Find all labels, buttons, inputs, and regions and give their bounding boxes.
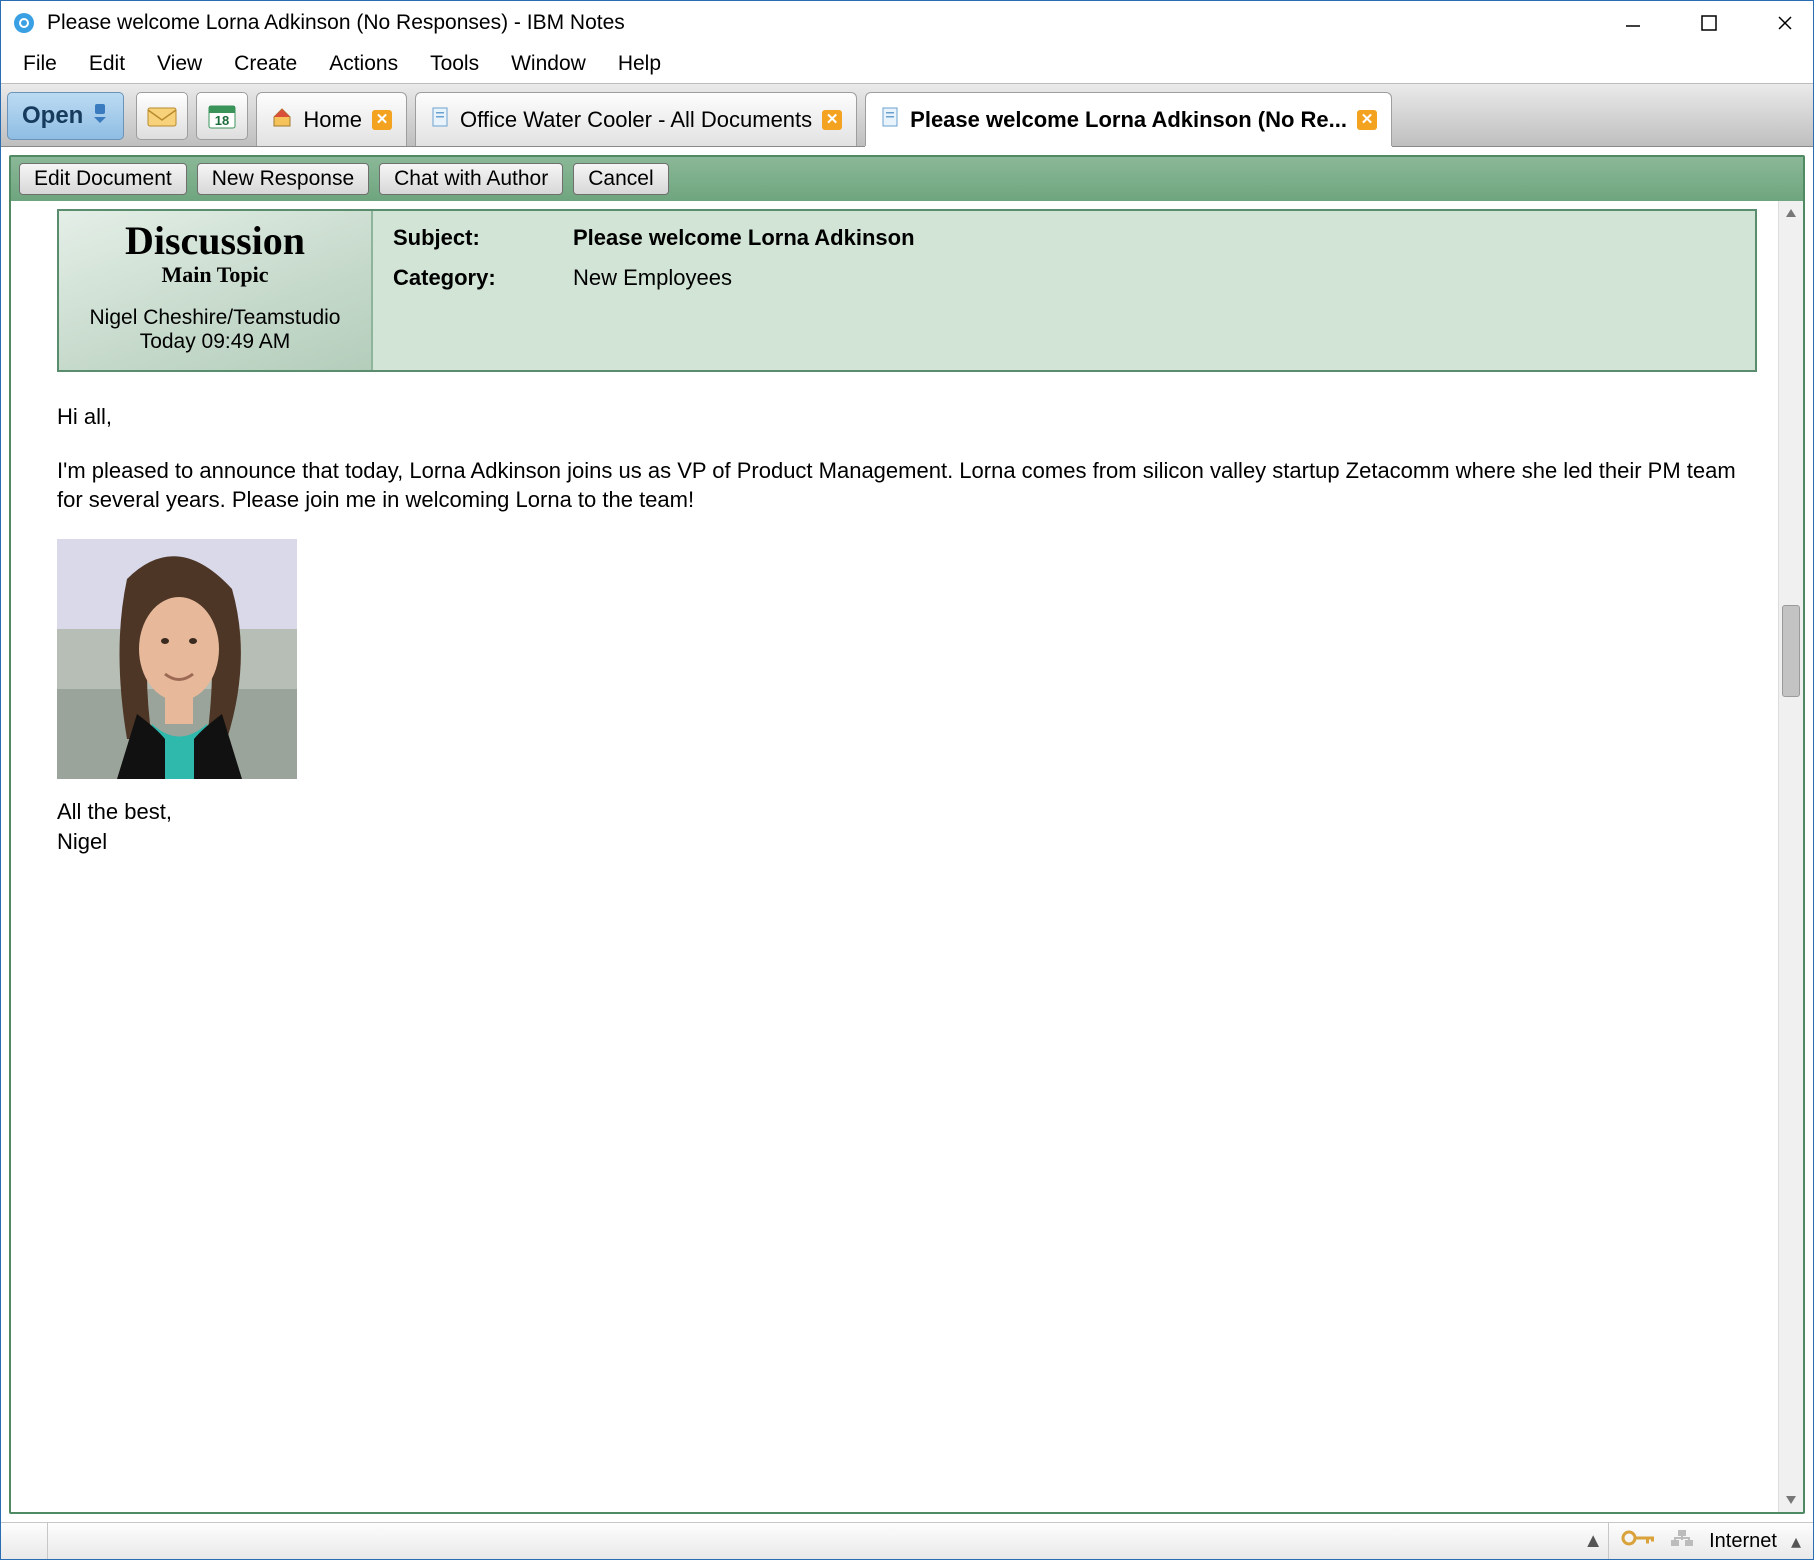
maximize-button[interactable] bbox=[1689, 8, 1729, 38]
new-response-button[interactable]: New Response bbox=[197, 163, 369, 195]
category-label: Category: bbox=[393, 265, 573, 291]
tab-label: Office Water Cooler - All Documents bbox=[460, 107, 812, 133]
document-header-left: Discussion Main Topic Nigel Cheshire/Tea… bbox=[59, 211, 373, 370]
subject-label: Subject: bbox=[393, 225, 573, 251]
scroll-down-icon[interactable] bbox=[1779, 1488, 1803, 1512]
menu-tools[interactable]: Tools bbox=[420, 48, 489, 80]
vertical-scrollbar[interactable] bbox=[1778, 201, 1803, 1512]
network-icon bbox=[1669, 1528, 1695, 1554]
document-author: Nigel Cheshire/Teamstudio bbox=[65, 306, 365, 330]
mail-shortcut[interactable] bbox=[136, 92, 188, 140]
window-title: Please welcome Lorna Adkinson (No Respon… bbox=[47, 11, 1613, 35]
menu-view[interactable]: View bbox=[147, 48, 212, 80]
tab-label: Home bbox=[303, 107, 362, 133]
close-tab-icon[interactable]: ✕ bbox=[372, 110, 392, 130]
status-left-block bbox=[1, 1523, 48, 1559]
chat-with-author-button[interactable]: Chat with Author bbox=[379, 163, 563, 195]
menu-window[interactable]: Window bbox=[501, 48, 596, 80]
discussion-heading: Discussion bbox=[65, 217, 365, 264]
dropdown-icon bbox=[91, 102, 109, 131]
embedded-photo bbox=[57, 539, 297, 779]
discussion-subheading: Main Topic bbox=[65, 262, 365, 288]
workspace: Edit Document New Response Chat with Aut… bbox=[1, 147, 1813, 1522]
cancel-button[interactable]: Cancel bbox=[573, 163, 668, 195]
close-tab-icon[interactable]: ✕ bbox=[822, 110, 842, 130]
document-body: Hi all, I'm pleased to announce that tod… bbox=[11, 372, 1803, 876]
scroll-up-icon[interactable] bbox=[1779, 201, 1803, 225]
menu-help[interactable]: Help bbox=[608, 48, 671, 80]
document-icon bbox=[880, 106, 900, 134]
menu-file[interactable]: File bbox=[13, 48, 67, 80]
status-expand-icon[interactable]: ▴ bbox=[1791, 1529, 1801, 1554]
tab-water-cooler[interactable]: Office Water Cooler - All Documents ✕ bbox=[415, 92, 857, 146]
home-icon bbox=[271, 106, 293, 134]
body-signoff-name: Nigel bbox=[57, 827, 1757, 857]
close-button[interactable] bbox=[1765, 8, 1805, 38]
statusbar: ▲ Internet ▴ bbox=[1, 1522, 1813, 1559]
minimize-button[interactable] bbox=[1613, 8, 1653, 38]
open-button-label: Open bbox=[22, 102, 83, 130]
tab-label: Please welcome Lorna Adkinson (No Re... bbox=[910, 107, 1347, 133]
tabstrip: Open 18 Home ✕ Office Water Cooler - All… bbox=[1, 83, 1813, 147]
document-time: Today 09:49 AM bbox=[65, 330, 365, 354]
menu-edit[interactable]: Edit bbox=[79, 48, 135, 80]
tab-home[interactable]: Home ✕ bbox=[256, 92, 407, 146]
subject-value: Please welcome Lorna Adkinson bbox=[573, 225, 1735, 251]
menu-actions[interactable]: Actions bbox=[319, 48, 408, 80]
action-bar: Edit Document New Response Chat with Aut… bbox=[11, 157, 1803, 201]
body-paragraph: I'm pleased to announce that today, Lorn… bbox=[57, 456, 1757, 515]
edit-document-button[interactable]: Edit Document bbox=[19, 163, 187, 195]
close-tab-icon[interactable]: ✕ bbox=[1357, 110, 1377, 130]
body-signoff: All the best, bbox=[57, 797, 1757, 827]
status-network-label: Internet bbox=[1709, 1530, 1777, 1553]
app-icon bbox=[11, 10, 37, 36]
status-caret-icon[interactable]: ▲ bbox=[1578, 1530, 1608, 1553]
document-icon bbox=[430, 106, 450, 134]
calendar-shortcut[interactable]: 18 bbox=[196, 92, 248, 140]
menu-create[interactable]: Create bbox=[224, 48, 307, 80]
document-area: Discussion Main Topic Nigel Cheshire/Tea… bbox=[11, 201, 1803, 1512]
svg-text:18: 18 bbox=[215, 113, 229, 128]
document-header-right: Subject: Please welcome Lorna Adkinson C… bbox=[373, 211, 1755, 370]
titlebar: Please welcome Lorna Adkinson (No Respon… bbox=[1, 1, 1813, 45]
scroll-thumb[interactable] bbox=[1782, 605, 1800, 697]
open-button[interactable]: Open bbox=[7, 92, 124, 140]
category-value: New Employees bbox=[573, 265, 1735, 291]
document-frame: Edit Document New Response Chat with Aut… bbox=[9, 155, 1805, 1514]
document-header: Discussion Main Topic Nigel Cheshire/Tea… bbox=[57, 209, 1757, 372]
body-paragraph: Hi all, bbox=[57, 402, 1757, 432]
tab-current-doc[interactable]: Please welcome Lorna Adkinson (No Re... … bbox=[865, 92, 1392, 146]
key-icon bbox=[1621, 1529, 1655, 1553]
menubar: File Edit View Create Actions Tools Wind… bbox=[1, 45, 1813, 83]
